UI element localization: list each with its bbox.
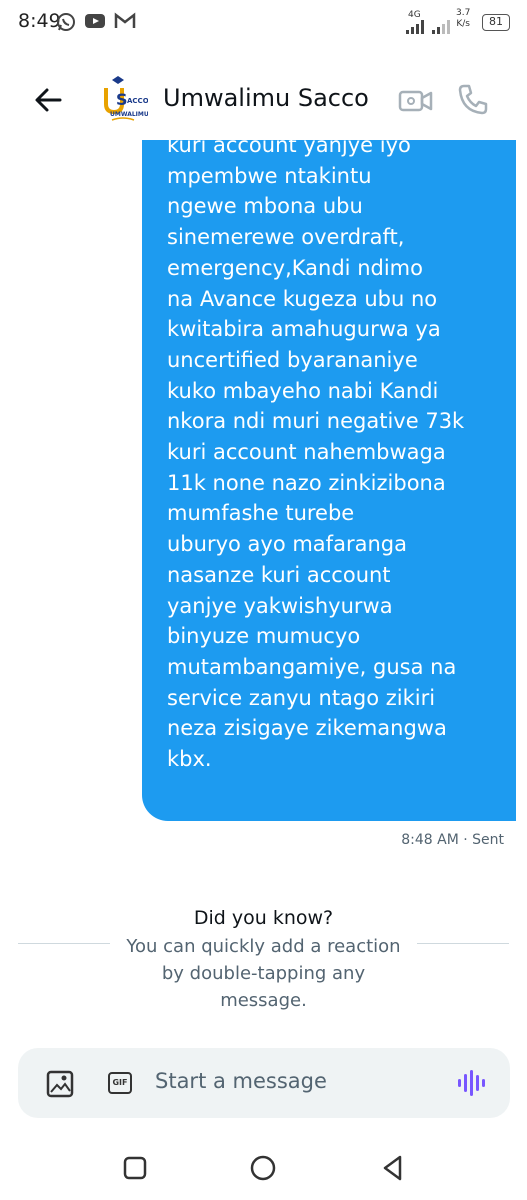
message-input[interactable]: Start a message: [155, 1069, 327, 1093]
svg-text:ACCO: ACCO: [127, 97, 148, 105]
message-composer: GIF Start a message: [18, 1048, 510, 1118]
signal-icon-2: [432, 20, 450, 34]
phone-call-icon[interactable]: [456, 82, 490, 116]
back-nav-icon[interactable]: [378, 1153, 408, 1183]
whatsapp-icon: [57, 13, 75, 31]
speed-unit: K/s: [456, 19, 470, 29]
system-nav-bar: [0, 1135, 527, 1200]
home-icon[interactable]: [248, 1153, 278, 1183]
message-text: kuri account yanjye iyo mpembwe ntakintu…: [167, 140, 465, 772]
gmail-icon: [114, 12, 136, 28]
youtube-icon: [85, 14, 105, 28]
voice-message-icon[interactable]: [456, 1068, 486, 1098]
gif-button[interactable]: GIF: [108, 1072, 132, 1094]
video-call-icon[interactable]: [398, 86, 434, 116]
network-type: 4G: [408, 10, 421, 20]
status-bar: 8:49 4G 3.7 K/s 81: [0, 0, 527, 46]
svg-text:S: S: [116, 90, 128, 109]
recents-icon[interactable]: [120, 1153, 150, 1183]
divider-left: [18, 943, 110, 944]
message-timestamp: 8:48 AM · Sent: [401, 832, 504, 848]
speed-value: 3.7: [456, 8, 471, 18]
signal-icon-1: [406, 20, 424, 34]
battery-indicator: 81: [482, 14, 510, 31]
image-icon[interactable]: [46, 1070, 74, 1098]
tip-body: You can quickly add a reaction by double…: [126, 936, 401, 1011]
contact-name[interactable]: Umwalimu Sacco: [163, 84, 369, 112]
divider-right: [417, 943, 509, 944]
contact-avatar[interactable]: S ACCO UMWALIMU: [98, 74, 148, 124]
did-you-know-tip: Did you know? You can quickly add a reac…: [0, 905, 527, 1011]
tip-title: Did you know?: [193, 907, 334, 929]
svg-text:UMWALIMU: UMWALIMU: [110, 111, 148, 118]
back-arrow-icon[interactable]: [30, 82, 66, 118]
conversation-header: S ACCO UMWALIMU Umwalimu Sacco: [0, 60, 527, 140]
network-speed: 3.7 K/s: [456, 8, 470, 30]
status-time: 8:49: [18, 10, 61, 32]
sent-message-bubble[interactable]: kuri account yanjye iyo mpembwe ntakintu…: [142, 140, 516, 821]
